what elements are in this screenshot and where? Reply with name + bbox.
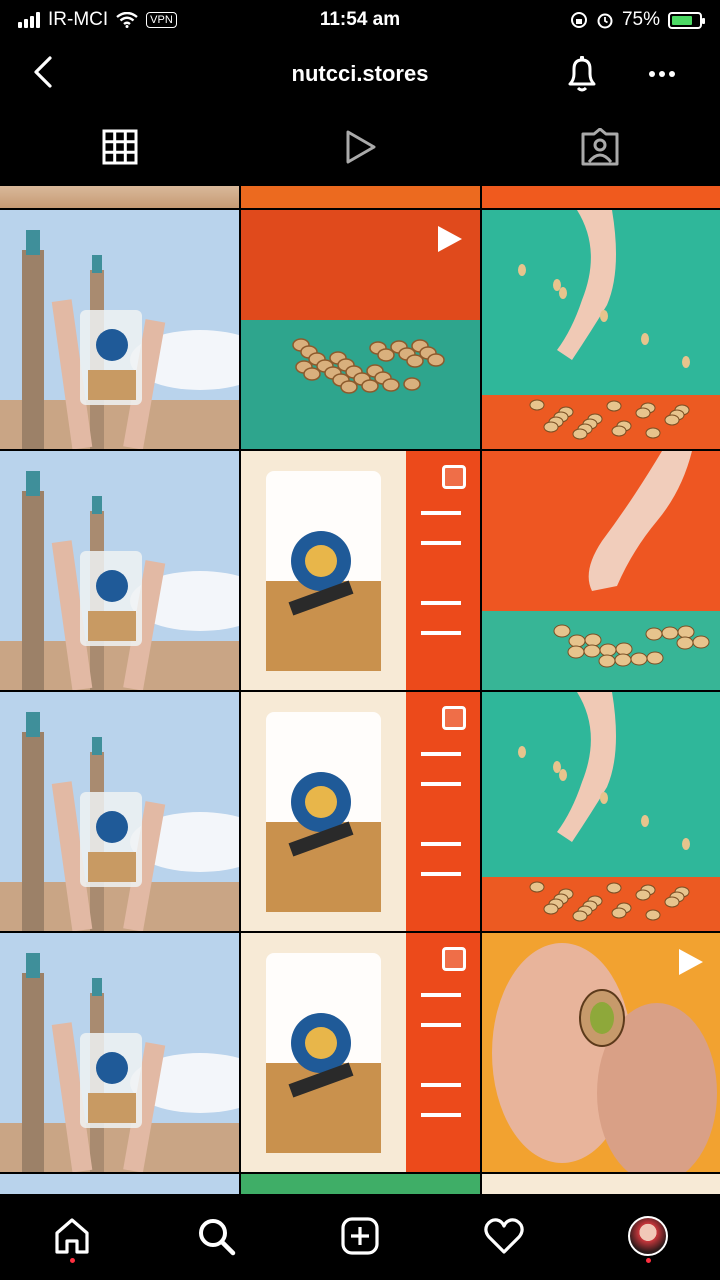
post-partial-top[interactable]: [241, 186, 480, 208]
post-partial-bottom[interactable]: [241, 1174, 480, 1194]
tab-reels[interactable]: [240, 108, 480, 186]
post-thumbnail[interactable]: [482, 210, 720, 449]
post-partial-top[interactable]: [482, 186, 720, 208]
post-partial-bottom[interactable]: [0, 1174, 239, 1194]
post-thumbnail[interactable]: [0, 210, 239, 449]
post-thumbnail[interactable]: [241, 692, 480, 931]
post-thumbnail[interactable]: [241, 210, 480, 449]
notification-bell-icon[interactable]: [560, 52, 604, 96]
wifi-icon: [116, 12, 138, 28]
profile-header: nutcci.stores: [0, 40, 720, 108]
post-grid: [0, 186, 720, 1194]
video-badge-icon: [679, 949, 703, 975]
alarm-icon: [597, 13, 613, 29]
status-time: 11:54 am: [319, 9, 401, 30]
rotation-lock-icon: [570, 12, 587, 28]
post-partial-top[interactable]: [0, 186, 239, 208]
page-title: nutcci.stores: [291, 61, 429, 86]
tab-grid[interactable]: [0, 108, 240, 186]
nav-home[interactable]: [0, 1194, 144, 1280]
profile-avatar: [628, 1216, 668, 1256]
grid-icon: [102, 129, 138, 165]
post-thumbnail[interactable]: [482, 692, 720, 931]
tagged-person-icon: [581, 128, 619, 166]
carousel-badge-icon: [442, 465, 466, 489]
heart-icon: [484, 1218, 524, 1254]
tab-tagged[interactable]: [480, 108, 720, 186]
nav-profile-dot: [645, 1258, 651, 1263]
video-badge-icon: [438, 226, 462, 252]
bottom-navigation: [0, 1194, 720, 1280]
status-bar: IR-MCI VPN 11:54 am 75%: [0, 0, 720, 40]
nav-profile[interactable]: [576, 1194, 720, 1280]
home-icon: [55, 1218, 89, 1254]
vpn-badge: VPN: [146, 12, 177, 28]
post-thumbnail[interactable]: [241, 451, 480, 690]
post-thumbnail[interactable]: [0, 451, 239, 690]
battery-percent: 75%: [621, 9, 660, 30]
post-thumbnail[interactable]: [0, 692, 239, 931]
reels-play-icon: [346, 130, 376, 164]
post-partial-bottom[interactable]: [482, 1174, 720, 1194]
status-left: IR-MCI VPN: [18, 9, 177, 31]
nav-home-dot: [69, 1258, 75, 1263]
more-options-icon[interactable]: [640, 54, 684, 94]
nav-create[interactable]: [288, 1194, 432, 1280]
nav-search[interactable]: [144, 1194, 288, 1280]
signal-icon: [18, 12, 40, 28]
nav-activity[interactable]: [432, 1194, 576, 1280]
create-icon: [341, 1217, 379, 1255]
post-thumbnail[interactable]: [0, 933, 239, 1172]
carousel-badge-icon: [442, 706, 466, 730]
carousel-badge-icon: [442, 947, 466, 971]
battery-icon: [668, 11, 705, 29]
carrier-label: IR-MCI: [48, 9, 109, 30]
search-icon: [199, 1219, 236, 1256]
profile-tabs: [0, 108, 720, 186]
post-thumbnail[interactable]: [241, 933, 480, 1172]
status-right: 75%: [570, 9, 705, 31]
post-thumbnail[interactable]: [482, 451, 720, 690]
post-thumbnail[interactable]: [482, 933, 720, 1172]
back-arrow-icon[interactable]: [26, 52, 66, 92]
